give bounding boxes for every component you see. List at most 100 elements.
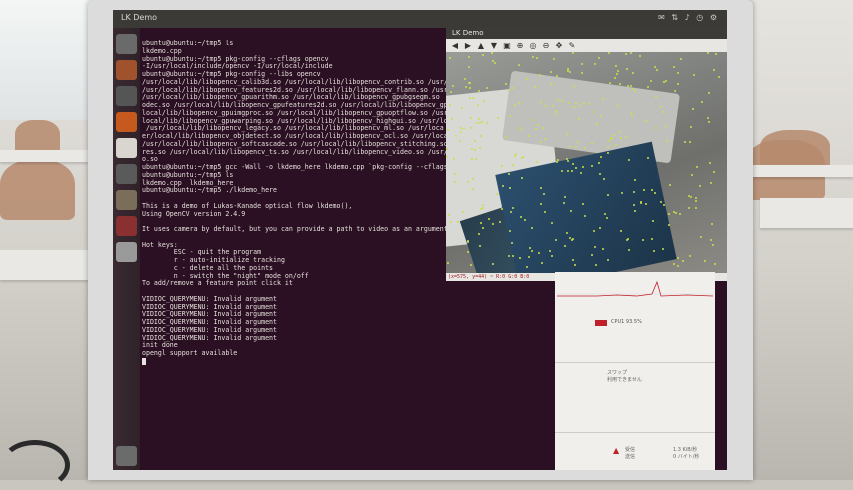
arrow-down-icon[interactable]: ▼	[489, 41, 499, 50]
feature-point	[470, 264, 472, 266]
zoom-out-icon[interactable]: ⊖	[541, 41, 551, 50]
feature-point	[531, 227, 533, 229]
feature-point	[662, 248, 664, 250]
feature-point	[575, 167, 577, 169]
feature-point	[549, 250, 551, 252]
feature-point	[673, 66, 675, 68]
feature-point	[695, 207, 697, 209]
feature-point	[710, 239, 712, 241]
feature-point	[582, 166, 584, 168]
feature-point	[714, 263, 716, 265]
feature-point	[692, 108, 694, 110]
feature-point	[532, 119, 534, 121]
feature-point	[619, 131, 621, 133]
feature-point	[566, 158, 568, 160]
feature-point	[628, 249, 630, 251]
cable	[0, 440, 70, 490]
feature-point	[505, 136, 507, 138]
feature-point	[501, 165, 503, 167]
feature-point	[574, 264, 576, 266]
feature-point	[512, 87, 514, 89]
feature-point	[677, 83, 679, 85]
feature-point	[662, 111, 664, 113]
arrow-right-icon[interactable]: ▶	[463, 41, 473, 50]
terminal-icon[interactable]	[116, 86, 137, 106]
feature-point	[708, 121, 710, 123]
cpu-legend-label: CPU1 93.5%	[611, 319, 642, 325]
feature-point	[452, 85, 454, 87]
save-icon[interactable]: ▣	[502, 41, 512, 50]
system-monitor-icon[interactable]	[116, 164, 137, 184]
feature-point	[640, 201, 642, 203]
feature-point	[512, 164, 514, 166]
feature-point	[511, 242, 513, 244]
feature-point	[491, 52, 493, 54]
feature-point	[492, 60, 494, 62]
feature-point	[561, 100, 563, 102]
arrow-left-icon[interactable]: ◀	[450, 41, 460, 50]
app-icon[interactable]	[116, 216, 137, 236]
feature-point	[620, 137, 622, 139]
feature-point	[469, 87, 471, 89]
feature-point	[630, 52, 632, 54]
window-title: LK Demo	[121, 13, 158, 22]
trash-icon[interactable]	[116, 446, 137, 466]
feature-point	[591, 142, 593, 144]
feature-point	[569, 146, 571, 148]
feature-point	[674, 90, 676, 92]
firefox-icon[interactable]	[116, 112, 137, 132]
arrow-up-icon[interactable]: ▲	[476, 41, 486, 50]
feature-point	[581, 63, 583, 65]
feature-point	[476, 122, 478, 124]
feature-point	[475, 158, 477, 160]
settings-icon[interactable]: ✎	[567, 41, 577, 50]
feature-point	[497, 117, 499, 119]
swap-value: 利用できません	[607, 377, 642, 383]
feature-point	[684, 141, 686, 143]
indicator-icons[interactable]: ✉ ⇅ ♪ ◷ ⚙	[658, 13, 719, 22]
feature-point	[528, 135, 530, 137]
workspace-icon[interactable]	[116, 242, 137, 262]
lk-window-title: LK Demo	[452, 29, 484, 37]
feature-point	[551, 222, 553, 224]
feature-point	[509, 230, 511, 232]
feature-point	[688, 207, 690, 209]
text-editor-icon[interactable]	[116, 138, 137, 158]
feature-point	[572, 238, 574, 240]
feature-point	[564, 245, 566, 247]
feature-point	[598, 57, 600, 59]
feature-point	[450, 221, 452, 223]
feature-point	[711, 223, 713, 225]
feature-point	[550, 83, 552, 85]
pan-icon[interactable]: ✥	[554, 41, 564, 50]
feature-point	[651, 238, 653, 240]
feature-point	[665, 125, 667, 127]
feature-point	[577, 141, 579, 143]
feature-point	[583, 102, 585, 104]
feature-point	[634, 90, 636, 92]
files-icon[interactable]	[116, 60, 137, 80]
dash-icon[interactable]	[116, 34, 137, 54]
feature-point	[628, 159, 630, 161]
feature-point	[544, 138, 546, 140]
feature-point	[626, 239, 628, 241]
feature-point	[645, 120, 647, 122]
feature-point	[534, 86, 536, 88]
system-monitor-panel: CPU1 93.5% スワップ 利用できません ▲ 受信 送信 1.3 KiB/…	[555, 272, 715, 470]
feature-point	[693, 74, 695, 76]
feature-point	[631, 115, 633, 117]
feature-point	[508, 173, 510, 175]
feature-point	[482, 207, 484, 209]
feature-point	[567, 70, 569, 72]
feature-point	[446, 148, 448, 150]
zoom-in-icon[interactable]: ⊕	[515, 41, 525, 50]
feature-point	[454, 181, 456, 183]
feature-point	[557, 99, 559, 101]
feature-point	[514, 155, 516, 157]
feature-point	[551, 255, 553, 257]
zoom-icon[interactable]: ◎	[528, 41, 538, 50]
camera-feed[interactable]	[446, 52, 727, 273]
app-icon[interactable]	[116, 190, 137, 210]
feature-point	[575, 146, 577, 148]
feature-point	[688, 195, 690, 197]
